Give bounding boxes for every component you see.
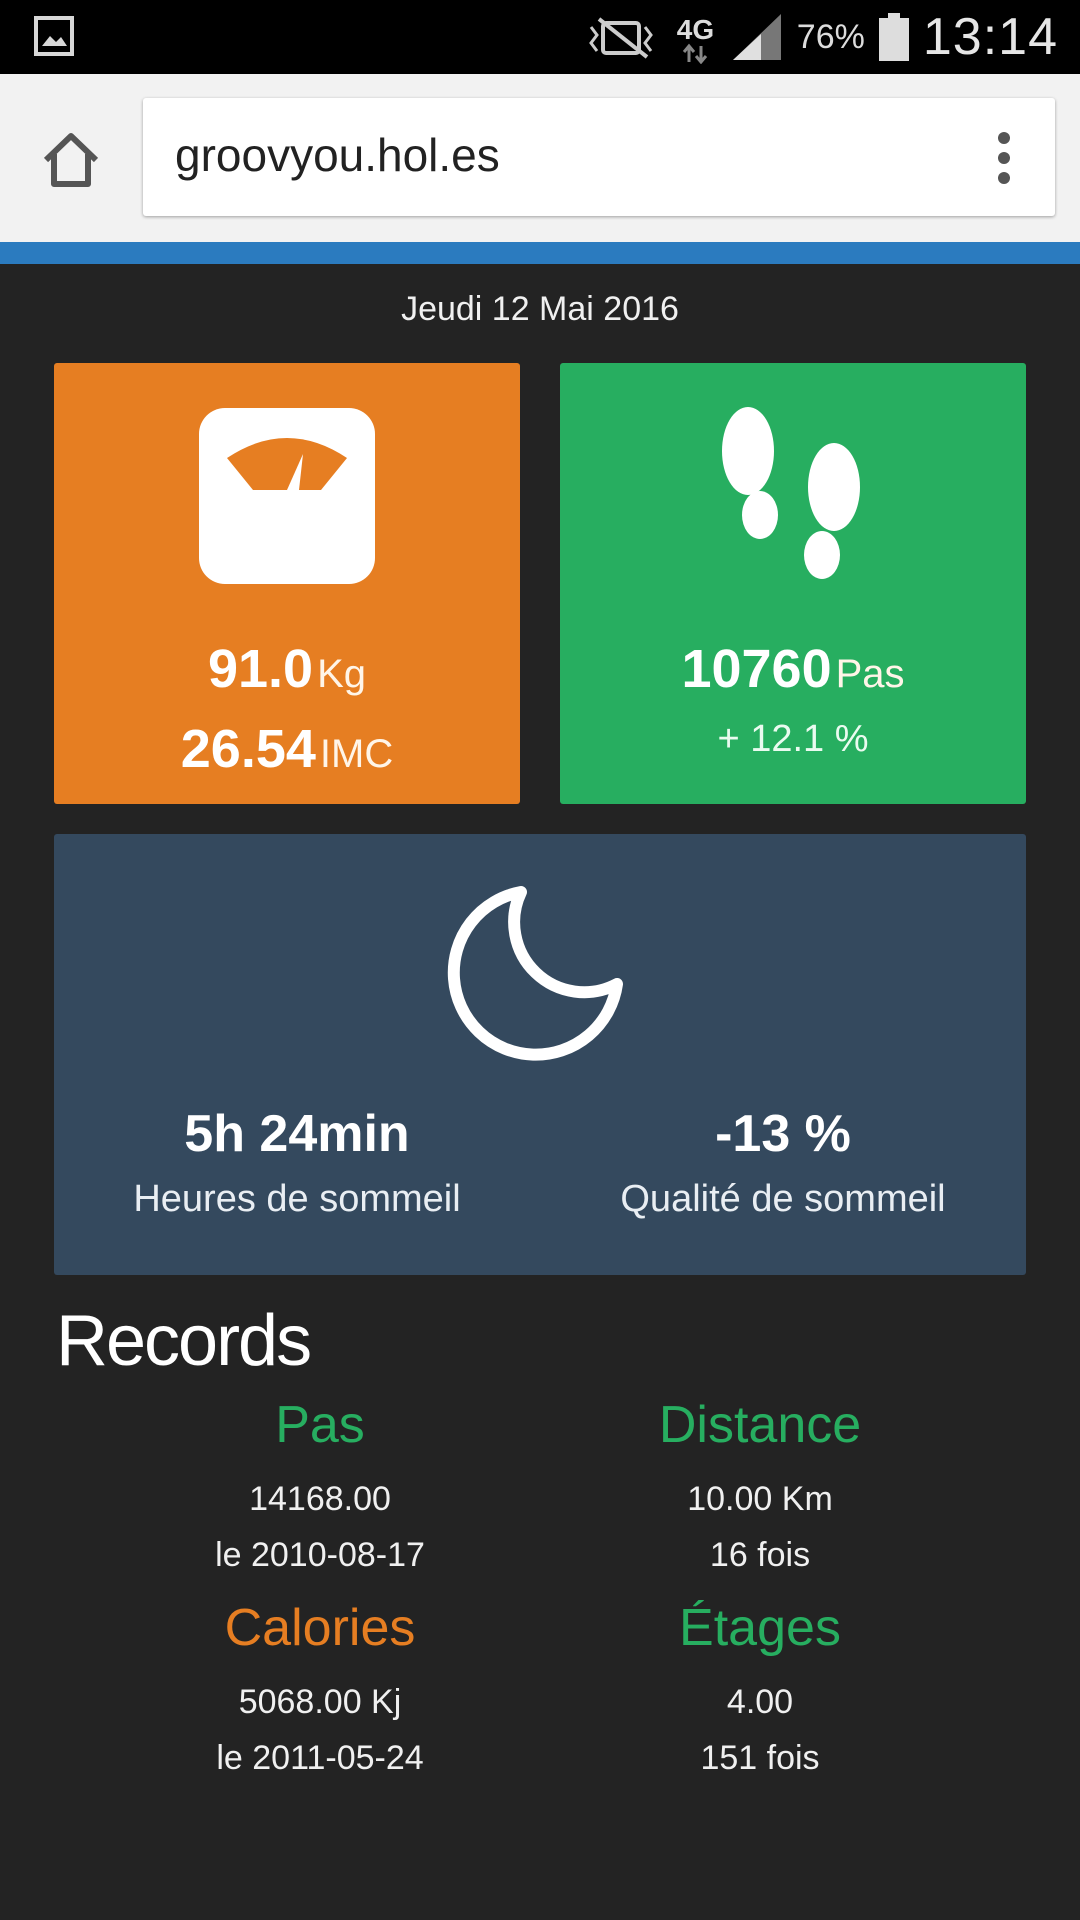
sleep-duration-block: 5h 24min Heures de sommeil [54,1104,540,1221]
record-calories-value: 5068.00 Kj [238,1683,402,1721]
record-distance-count: 16 fois [709,1536,811,1574]
status-bar: 4G 76% 13:14 [0,0,1080,74]
url-text[interactable]: groovyou.hol.es [175,128,500,182]
record-steps: Pas 14168.00 le 2010-08-17 [100,1395,540,1583]
record-calories-label: Calories [224,1599,416,1657]
steps-change: + 12.1 % [717,718,869,760]
signal-icon [732,14,781,60]
battery-icon [878,13,909,61]
sleep-quality-label: Qualité de sommeil [620,1178,946,1220]
gallery-icon [34,16,74,56]
record-steps-value: 14168.00 [249,1480,391,1518]
steps-unit: Pas [835,652,905,696]
record-floors-value: 4.00 [726,1683,794,1721]
sleep-duration: 5h 24min [184,1105,410,1163]
overflow-menu-icon[interactable] [997,132,1011,184]
address-bar[interactable]: groovyou.hol.es [143,98,1055,216]
mute-icon [588,17,653,59]
page-accent-bar [0,242,1080,264]
record-calories-date: le 2011-05-24 [216,1739,424,1777]
weight-value: 91.0 [207,639,314,699]
sleep-duration-label: Heures de sommeil [133,1178,461,1220]
record-floors: Étages 4.00 151 fois [540,1598,980,1786]
bmi-unit: IMC [319,732,394,776]
scale-icon [199,408,375,584]
bmi-value: 26.54 [180,719,316,779]
moon-icon [447,886,623,1061]
sleep-tile[interactable]: 5h 24min Heures de sommeil -13 % Qualité… [54,834,1026,1275]
sleep-quality-block: -13 % Qualité de sommeil [540,1104,1026,1221]
date-label: Jeudi 12 Mai 2016 [401,290,679,328]
clock: 13:14 [922,8,1058,66]
record-floors-label: Étages [679,1599,841,1657]
footprints-icon [722,407,860,579]
records-heading: Records [56,1301,312,1381]
bmi-value-row: 26.54 IMC [54,718,520,780]
weight-tile[interactable]: 91.0 Kg 26.54 IMC [54,363,520,804]
steps-value-row: 10760 Pas [560,638,1026,700]
weight-value-row: 91.0 Kg [54,638,520,700]
weight-unit: Kg [317,652,367,696]
record-distance-label: Distance [658,1396,862,1454]
network-icon: 4G [673,10,717,64]
home-icon[interactable] [40,130,102,190]
sleep-quality: -13 % [715,1105,851,1163]
record-floors-count: 151 fois [700,1739,820,1777]
record-calories: Calories 5068.00 Kj le 2011-05-24 [100,1598,540,1786]
record-distance: Distance 10.00 Km 16 fois [540,1395,980,1583]
record-steps-label: Pas [275,1396,365,1454]
browser-toolbar: groovyou.hol.es [0,74,1080,242]
battery-percent: 76% [796,17,865,56]
record-distance-value: 10.00 Km [687,1480,833,1518]
steps-tile[interactable]: 10760 Pas + 12.1 % [560,363,1026,804]
record-steps-date: le 2010-08-17 [215,1536,425,1574]
steps-value: 10760 [681,639,832,699]
